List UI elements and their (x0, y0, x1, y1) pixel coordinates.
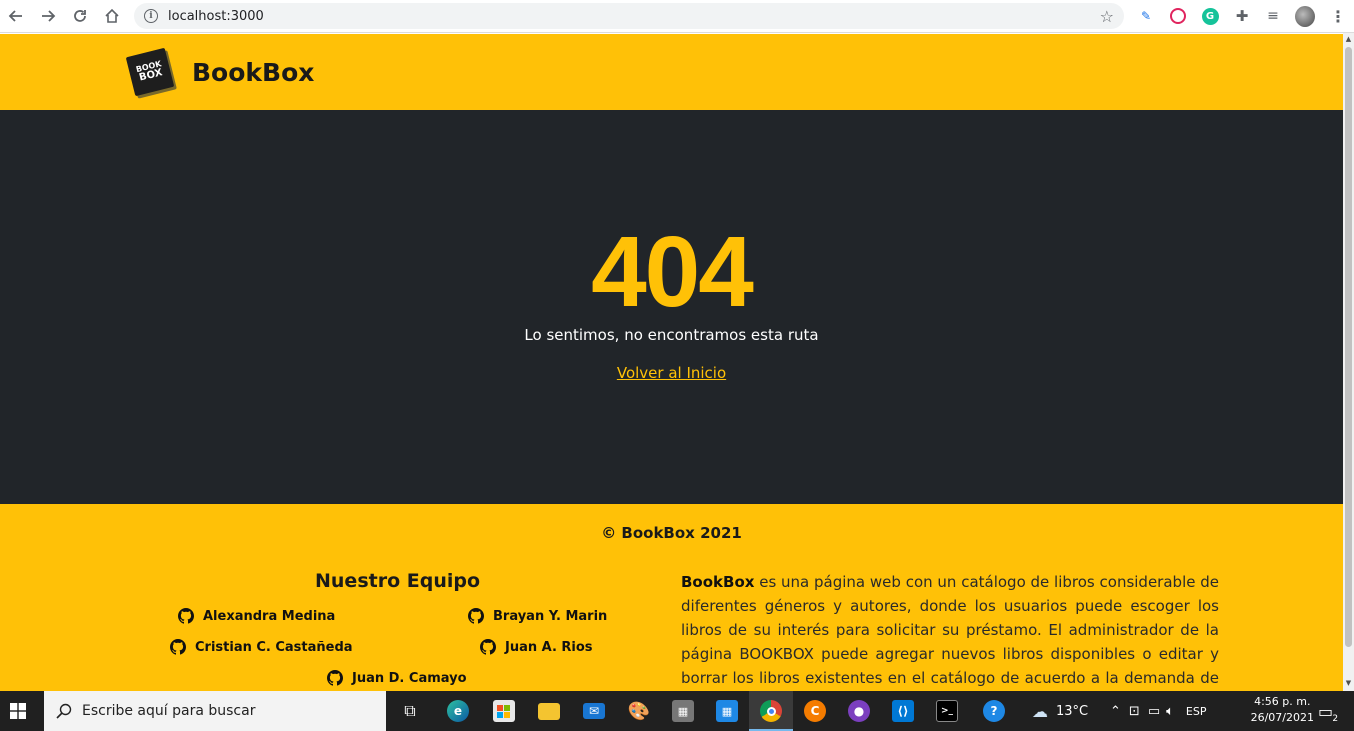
team-member-link[interactable]: Brayan Y. Marin (468, 608, 607, 624)
clock-time: 4:56 p. m. (1254, 695, 1311, 708)
weather-widget[interactable]: ☁ 13°C (1032, 691, 1088, 731)
error-section: 404 Lo sentimos, no encontramos esta rut… (0, 110, 1343, 504)
help-icon[interactable]: ? (972, 691, 1016, 731)
member-name: Cristian C. Castañeda (195, 639, 353, 655)
github-desktop-icon[interactable]: ● (837, 691, 881, 731)
volume-icon[interactable]: 🔈︎ (1166, 704, 1174, 719)
url-text: localhost:3000 (168, 8, 264, 24)
windows-start-icon[interactable] (0, 691, 36, 731)
windows-taskbar: Escribe aquí para buscar ⧉ e ✉ 🎨 ▦ ▦ C ●… (0, 691, 1354, 731)
search-icon (56, 703, 72, 719)
about-text: es una página web con un catálogo de lib… (681, 573, 1219, 687)
extension-pen-icon[interactable]: ✎ (1136, 6, 1156, 26)
chrome-icon[interactable] (749, 691, 793, 731)
notification-icon: ▭ 2 (1318, 701, 1339, 724)
forward-arrow-icon[interactable] (36, 4, 60, 28)
cloud-icon: ☁ (1032, 701, 1048, 721)
home-icon[interactable] (100, 4, 124, 28)
site-footer: © BookBox 2021 Nuestro Equipo Alexandra … (0, 504, 1343, 691)
back-home-link[interactable]: Volver al Inicio (617, 364, 726, 382)
paint-icon[interactable]: 🎨 (617, 691, 661, 731)
page-content: BOOK BOX BookBox 404 Lo sentimos, no enc… (0, 34, 1343, 691)
calendar-icon[interactable]: ▦ (705, 691, 749, 731)
extensions-puzzle-icon[interactable]: ✚ (1232, 6, 1252, 26)
store-icon[interactable] (482, 691, 526, 731)
github-icon (480, 639, 496, 655)
site-header: BOOK BOX BookBox (0, 34, 1343, 110)
member-name: Juan D. Camayo (352, 670, 467, 686)
language-indicator[interactable]: ESP (1186, 705, 1207, 718)
clock[interactable]: 4:56 p. m. 26/07/2021 (1251, 694, 1314, 726)
team-title: Nuestro Equipo (315, 570, 481, 592)
task-view-icon[interactable]: ⧉ (388, 691, 432, 731)
team-member-link[interactable]: Juan A. Rios (480, 639, 593, 655)
copyright-text: © BookBox 2021 (601, 524, 742, 542)
team-member-link[interactable]: Alexandra Medina (178, 608, 335, 624)
scroll-down-arrow-icon[interactable]: ▼ (1345, 679, 1352, 689)
calculator-icon[interactable]: ▦ (661, 691, 705, 731)
extension-circle-icon[interactable] (1168, 6, 1188, 26)
github-icon (170, 639, 186, 655)
site-info-icon[interactable]: i (144, 9, 158, 23)
github-icon (468, 608, 484, 624)
bookmark-star-icon[interactable]: ☆ (1100, 7, 1114, 26)
terminal-icon[interactable]: >_ (925, 691, 969, 731)
weather-temp: 13°C (1056, 703, 1089, 719)
github-icon (327, 670, 343, 686)
search-placeholder: Escribe aquí para buscar (82, 703, 256, 719)
error-message: Lo sentimos, no encontramos esta ruta (524, 326, 819, 344)
back-arrow-icon[interactable] (4, 4, 28, 28)
file-explorer-icon[interactable] (527, 691, 571, 731)
brand-name[interactable]: BookBox (192, 58, 314, 87)
bookbox-logo[interactable]: BOOK BOX (125, 47, 175, 97)
member-name: Alexandra Medina (203, 608, 336, 624)
grammarly-icon[interactable]: G (1200, 6, 1220, 26)
page-scrollbar[interactable]: ▲ ▼ (1343, 33, 1354, 691)
team-member-link[interactable]: Cristian C. Castañeda (170, 639, 353, 655)
taskbar-search-box[interactable]: Escribe aquí para buscar (44, 691, 386, 731)
about-paragraph: BookBox es una página web con un catálog… (681, 570, 1219, 691)
clock-date: 26/07/2021 (1250, 711, 1314, 724)
profile-avatar[interactable] (1295, 5, 1315, 27)
chevron-up-icon[interactable]: ⌃ (1110, 704, 1121, 719)
address-bar[interactable]: i localhost:3000 ☆ (134, 3, 1124, 29)
menu-kebab-icon[interactable]: ⋮ (1328, 6, 1348, 26)
vscode-icon[interactable]: ⟨⟩ (881, 691, 925, 731)
scroll-up-arrow-icon[interactable]: ▲ (1345, 35, 1352, 45)
about-brand: BookBox (681, 573, 755, 591)
mail-icon[interactable]: ✉ (572, 691, 616, 731)
edge-icon[interactable]: e (436, 691, 480, 731)
reload-icon[interactable] (68, 4, 92, 28)
member-name: Juan A. Rios (505, 639, 593, 655)
ccleaner-icon[interactable]: C (793, 691, 837, 731)
system-tray[interactable]: ⌃ ⊡ ▭ 🔈︎ ESP (1110, 691, 1207, 731)
browser-toolbar: i localhost:3000 ☆ ✎ G ✚ ≡ ⋮ (0, 0, 1354, 33)
github-icon (178, 608, 194, 624)
notifications-button[interactable]: ▭ 2 (1318, 691, 1339, 731)
reading-list-icon[interactable]: ≡ (1263, 6, 1283, 26)
scroll-thumb[interactable] (1345, 47, 1352, 647)
member-name: Brayan Y. Marin (493, 608, 608, 624)
notification-count: 2 (1332, 713, 1339, 724)
display-icon[interactable]: ▭ (1148, 704, 1160, 719)
team-member-link[interactable]: Juan D. Camayo (327, 670, 467, 686)
network-icon[interactable]: ⊡ (1129, 704, 1140, 719)
error-code: 404 (591, 216, 754, 328)
